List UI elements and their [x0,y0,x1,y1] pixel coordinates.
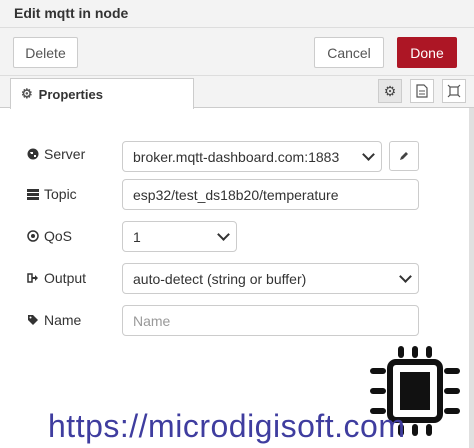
name-row-label: Name [26,312,81,328]
server-row-label: Server [26,146,85,162]
chevron-down-icon [362,148,375,161]
tab-properties-label: Properties [38,86,103,102]
server-value: broker.mqtt-dashboard.com:1883 [133,148,340,165]
tasks-icon [26,188,39,200]
name-label: Name [44,312,82,328]
cancel-button[interactable]: Cancel [314,37,384,68]
tab-node-settings[interactable]: ⚙ [378,79,402,103]
topic-row-label: Topic [26,186,77,202]
name-placeholder: Name [133,312,171,329]
title-bar: Edit mqtt in node [0,0,474,28]
output-row-label: Output [26,270,86,286]
done-button[interactable]: Done [397,37,457,68]
output-value: auto-detect (string or buffer) [133,270,307,287]
delete-button[interactable]: Delete [13,37,78,68]
topic-input[interactable]: esp32/test_ds18b20/temperature [122,179,419,210]
qos-label: QoS [44,228,73,244]
qos-value: 1 [133,228,141,245]
chevron-down-icon [399,270,412,283]
chevron-down-icon [217,228,230,241]
document-icon [416,84,428,98]
gear-icon: ⚙ [383,82,397,99]
topic-value: esp32/test_ds18b20/temperature [133,186,339,203]
tab-properties[interactable]: ⚙ Properties [10,78,194,109]
topic-label: Topic [44,186,77,202]
frame-icon [447,84,461,98]
empire-icon [26,230,39,242]
tab-appearance[interactable] [442,79,466,103]
tag-icon [26,314,39,326]
qos-row-label: QoS [26,228,72,244]
edit-node-tray: Edit mqtt in node Delete Cancel Done ⚙ P… [0,0,474,448]
output-label: Output [44,270,87,286]
tab-description[interactable] [410,79,434,103]
edit-server-button[interactable] [389,141,419,171]
server-label: Server [44,146,86,162]
name-input[interactable]: Name [122,305,419,336]
tray-title: Edit mqtt in node [14,5,129,21]
globe-icon [26,148,39,160]
gear-icon: ⚙ [21,86,33,101]
output-select[interactable]: auto-detect (string or buffer) [122,263,419,294]
watermark-url: https://microdigisoft.com [48,408,406,444]
server-select[interactable]: broker.mqtt-dashboard.com:1883 [122,141,382,172]
pencil-icon [400,152,408,160]
qos-select[interactable]: 1 [122,221,237,252]
sign-out-icon [26,272,39,284]
